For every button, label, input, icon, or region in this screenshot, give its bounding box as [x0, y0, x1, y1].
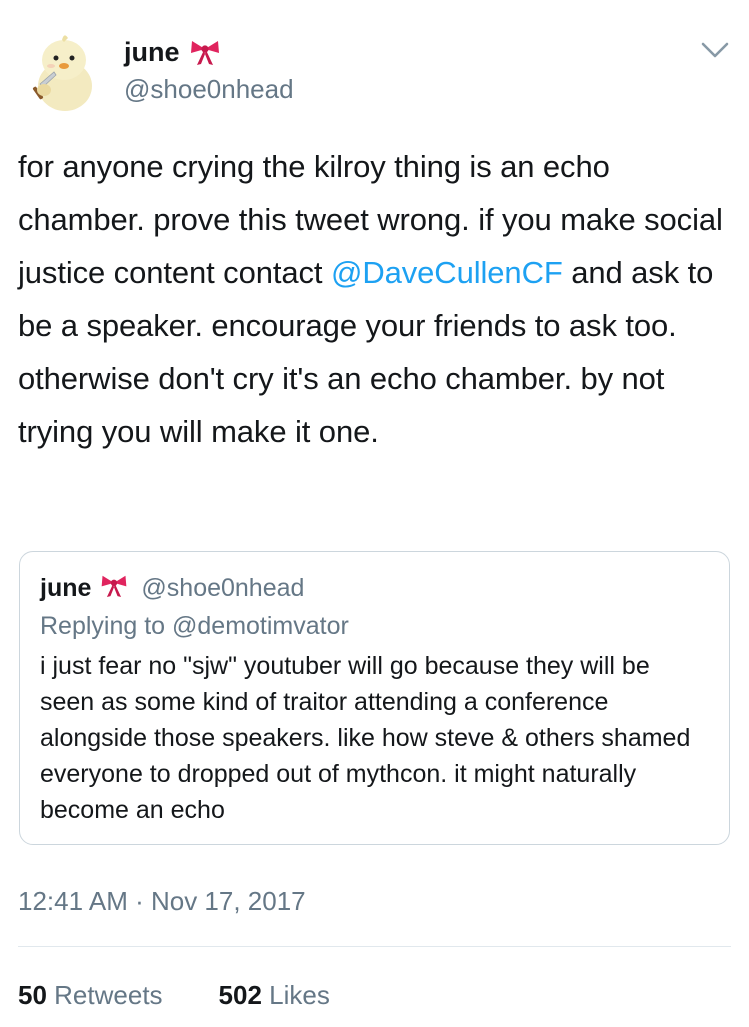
quoted-display-name: june — [40, 573, 92, 602]
likes-count: 502 — [218, 980, 262, 1010]
tweet-timestamp[interactable]: 12:41 AM · Nov 17, 2017 — [18, 886, 306, 917]
author-handle[interactable]: @shoe0nhead — [124, 74, 294, 104]
quoted-tweet[interactable]: june @shoe0nhead Replying to @demotimvat… — [19, 551, 730, 845]
retweets-label: Retweets — [54, 980, 163, 1010]
retweets-count: 50 — [18, 980, 47, 1010]
quoted-tweet-header: june @shoe0nhead — [40, 572, 304, 604]
tweet-text: for anyone crying the kilroy thing is an… — [18, 140, 736, 458]
retweets-stat[interactable]: 50 Retweets — [18, 980, 163, 1011]
avatar[interactable] — [18, 28, 108, 118]
replying-to: Replying to @demotimvator — [40, 612, 349, 640]
tweet-card: june @shoe0nhead for anyone crying the k… — [0, 0, 749, 1027]
mention-link[interactable]: @DaveCullenCF — [331, 255, 563, 290]
author-name-row[interactable]: june — [124, 36, 222, 68]
quoted-tweet-text: i just fear no "sjw" youtuber will go be… — [40, 652, 691, 824]
chevron-down-icon[interactable] — [700, 40, 730, 60]
display-name[interactable]: june — [124, 36, 180, 68]
ribbon-bow-icon — [188, 37, 222, 67]
ribbon-bow-icon — [99, 572, 129, 604]
quoted-handle: @shoe0nhead — [141, 573, 305, 602]
chick-avatar-icon — [18, 28, 108, 118]
likes-stat[interactable]: 502 Likes — [219, 980, 330, 1011]
divider — [18, 946, 731, 947]
likes-label: Likes — [269, 980, 330, 1010]
tweet-stats: 50 Retweets 502 Likes — [18, 980, 330, 1011]
